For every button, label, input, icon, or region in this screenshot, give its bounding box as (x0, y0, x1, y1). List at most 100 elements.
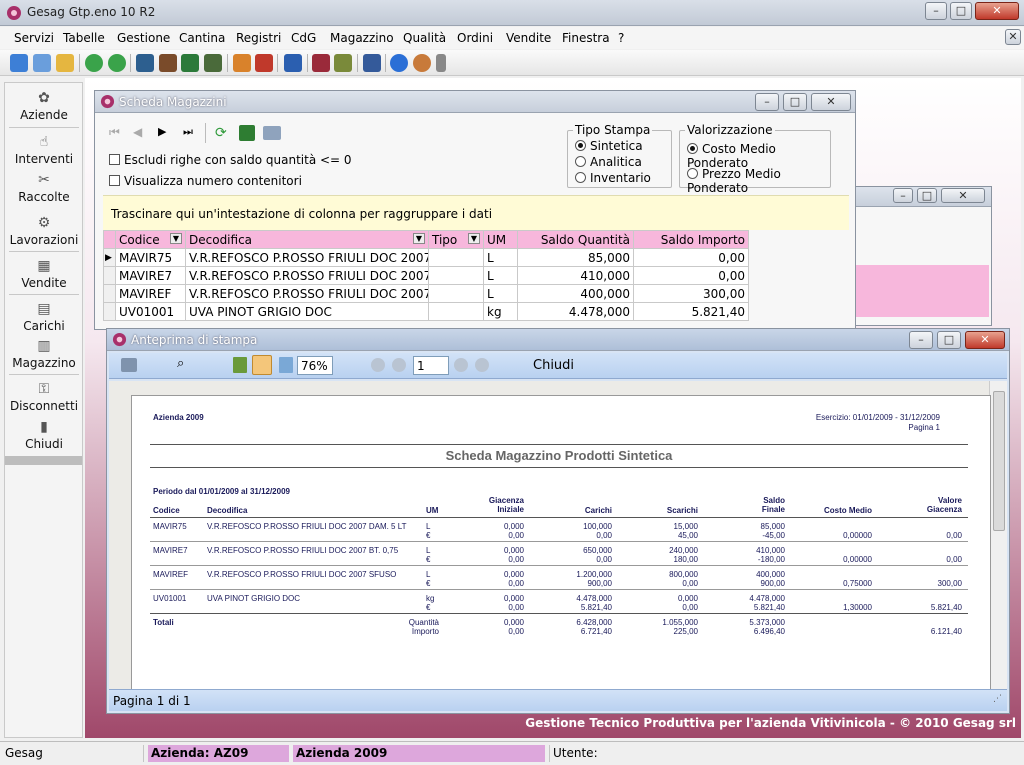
close-button[interactable]: ✕ (811, 93, 851, 111)
menu-cantina[interactable]: Cantina (179, 31, 225, 45)
truck-icon[interactable] (334, 54, 352, 72)
calendar-icon[interactable] (363, 54, 381, 72)
contenitori-checkbox[interactable]: Visualizza numero contenitori (109, 174, 302, 188)
find-icon[interactable]: ⌕ (177, 356, 184, 371)
column-header-um[interactable]: UM (483, 230, 518, 249)
menu-tabelle[interactable]: Tabelle (63, 31, 105, 45)
report-icon[interactable] (233, 54, 251, 72)
radio-prezzo-medio[interactable]: Prezzo Medio Ponderato (687, 167, 830, 195)
sidebar-item-disconnetti[interactable]: ⚿ Disconnetti (5, 381, 83, 413)
menu-registri[interactable]: Registri (236, 31, 281, 45)
table-row[interactable]: ▶ MAVIR75 V.R.REFOSCO P.ROSSO FRIULI DOC … (103, 248, 749, 267)
excel-icon[interactable] (239, 125, 255, 141)
shears-icon: ✂ (38, 172, 50, 188)
table-row[interactable]: UV01001 UVA PINOT GRIGIO DOC kg 4.478,000 5.… (103, 302, 749, 321)
maximize-button[interactable]: □ (950, 2, 972, 20)
user-icon[interactable] (413, 54, 431, 72)
chart-icon[interactable] (136, 54, 154, 72)
sidebar-item-interventi[interactable]: ☝ Interventi (5, 134, 83, 166)
sidebar-item-chiudi[interactable]: ▮ Chiudi (5, 419, 83, 451)
minimize-button[interactable]: – (909, 331, 933, 349)
close-button[interactable]: ✕ (975, 2, 1019, 20)
radio-sintetica[interactable]: Sintetica (575, 139, 643, 153)
escludi-checkbox[interactable]: Escludi righe con saldo quantità <= 0 (109, 153, 352, 167)
truck-icon: ▤ (37, 301, 51, 317)
page-number-input[interactable]: 1 (413, 356, 449, 375)
info-icon[interactable] (390, 54, 408, 72)
home-icon[interactable] (10, 54, 28, 72)
vertical-scrollbar[interactable] (989, 381, 1007, 689)
first-record-icon[interactable]: ⏮ (109, 125, 120, 140)
next-page-icon[interactable] (454, 358, 468, 372)
column-header-saldo-quantita[interactable]: Saldo Quantità (517, 230, 634, 249)
column-header-codice[interactable]: Codice ▼ (115, 230, 186, 249)
report-icon[interactable] (255, 54, 273, 72)
single-page-icon[interactable] (233, 357, 247, 373)
filter-dropdown-icon[interactable]: ▼ (169, 232, 182, 244)
sidebar-item-magazzino[interactable]: ▥ Magazzino (5, 338, 83, 370)
radio-costo-medio[interactable]: Costo Medio Ponderato (687, 142, 830, 170)
sidebar-item-lavorazioni[interactable]: ⚙ Lavorazioni (5, 215, 83, 247)
previous-page-icon[interactable] (392, 358, 406, 372)
menu-servizi[interactable]: Servizi (14, 31, 54, 45)
maximize-button[interactable]: □ (937, 331, 961, 349)
wine-icon[interactable] (312, 54, 330, 72)
sidebar-collapse-bar[interactable] (5, 456, 82, 465)
green-arrow-icon[interactable] (85, 54, 103, 72)
sidebar-item-vendite[interactable]: ▦ Vendite (5, 258, 83, 290)
menu-magazzino[interactable]: Magazzino (330, 31, 394, 45)
export-icon[interactable] (204, 54, 222, 72)
menu-qualita[interactable]: Qualità (403, 31, 446, 45)
close-button[interactable]: ✕ (965, 331, 1005, 349)
multi-page-icon[interactable] (279, 357, 293, 373)
refresh-icon[interactable]: ⟳ (215, 125, 231, 141)
sidebar-item-carichi[interactable]: ▤ Carichi (5, 301, 83, 333)
folder-icon[interactable] (56, 54, 74, 72)
report-title: Scheda Magazzino Prodotti Sintetica (445, 448, 673, 463)
sidebar-item-aziende[interactable]: ✿ Aziende (5, 90, 83, 122)
book-icon[interactable] (181, 54, 199, 72)
page-setup-icon[interactable] (252, 355, 272, 375)
book-icon[interactable] (159, 54, 177, 72)
close-button[interactable]: ✕ (941, 188, 985, 203)
overflow-icon[interactable] (436, 54, 446, 72)
table-row[interactable]: MAVIRE7 V.R.REFOSCO P.ROSSO FRIULI DOC 20… (103, 266, 749, 285)
zoom-input[interactable]: 76% (297, 356, 333, 375)
chiudi-button[interactable]: Chiudi (533, 358, 574, 373)
column-header-saldo-importo[interactable]: Saldo Importo (633, 230, 749, 249)
machine-icon: ⚙ (37, 215, 51, 231)
filter-dropdown-icon[interactable]: ▼ (467, 232, 480, 244)
menu-finestra[interactable]: Finestra (562, 31, 610, 45)
column-header-tipo[interactable]: Tipo ▼ (428, 230, 484, 249)
last-page-icon[interactable] (475, 358, 489, 372)
minimize-button[interactable]: – (893, 188, 913, 203)
previous-record-icon[interactable]: ◀ (133, 125, 142, 139)
radio-analitica[interactable]: Analitica (575, 155, 642, 169)
next-record-icon[interactable]: ▶ (158, 125, 166, 138)
minimize-button[interactable]: – (755, 93, 779, 111)
column-header-decodifica[interactable]: Decodifica ▼ (185, 230, 429, 249)
menu-ordini[interactable]: Ordini (457, 31, 493, 45)
scrollbar-thumb[interactable] (993, 391, 1005, 531)
window-icon[interactable] (33, 54, 51, 72)
grid-icon[interactable] (284, 54, 302, 72)
menu-cdg[interactable]: CdG (291, 31, 316, 45)
mdi-close-button[interactable]: ✕ (1005, 29, 1021, 45)
table-row[interactable]: MAVIREF V.R.REFOSCO P.ROSSO FRIULI DOC 20… (103, 284, 749, 303)
sidebar-item-raccolte[interactable]: ✂ Raccolte (5, 172, 83, 204)
menu-vendite[interactable]: Vendite (506, 31, 551, 45)
green-arrow-icon[interactable] (108, 54, 126, 72)
filter-dropdown-icon[interactable]: ▼ (412, 232, 425, 244)
radio-inventario[interactable]: Inventario (575, 171, 651, 185)
menu-help[interactable]: ? (618, 31, 624, 45)
maximize-button[interactable]: □ (783, 93, 807, 111)
minimize-button[interactable]: – (925, 2, 947, 20)
group-by-panel[interactable]: Trascinare qui un'intestazione di colonn… (103, 195, 849, 230)
first-page-icon[interactable] (371, 358, 385, 372)
last-record-icon[interactable]: ⏭ (183, 125, 193, 139)
menu-gestione[interactable]: Gestione (117, 31, 170, 45)
resize-grip-icon[interactable]: ⋰ (993, 694, 1002, 704)
print-icon[interactable] (263, 126, 281, 140)
maximize-button[interactable]: □ (917, 188, 937, 203)
print-icon[interactable] (121, 358, 137, 372)
